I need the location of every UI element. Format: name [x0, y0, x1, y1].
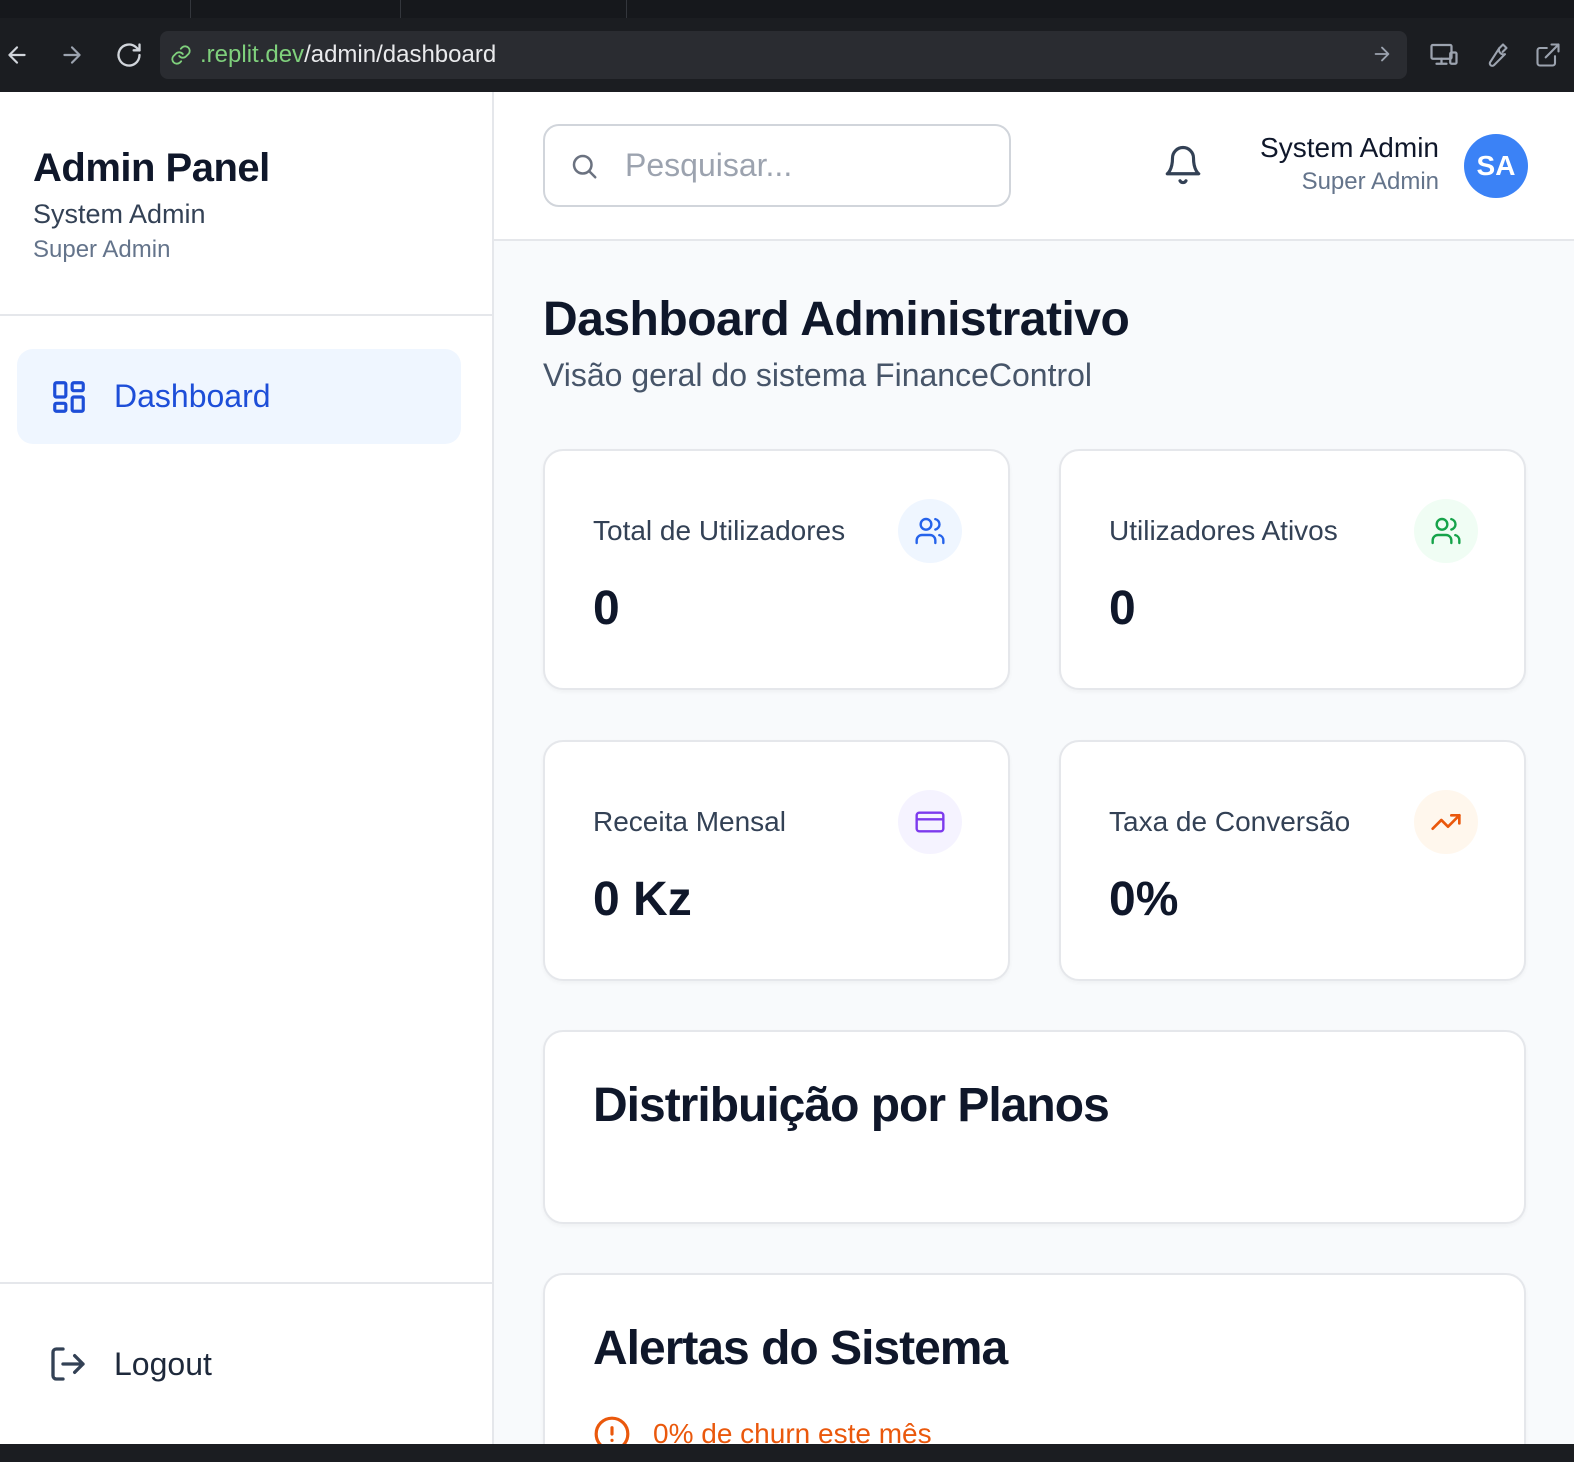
logout-icon	[48, 1344, 88, 1384]
plans-distribution-card: Distribuição por Planos	[543, 1030, 1526, 1224]
brand-title: Admin Panel	[33, 146, 270, 190]
browser-tab-strip	[0, 0, 1574, 18]
forward-icon[interactable]	[55, 38, 89, 72]
reload-icon[interactable]	[112, 38, 146, 72]
search-icon	[569, 151, 599, 181]
sidebar-item-dashboard[interactable]: Dashboard	[17, 349, 461, 444]
tab-separator	[626, 0, 627, 18]
search-box[interactable]	[543, 124, 1011, 207]
stat-label: Taxa de Conversão	[1109, 806, 1351, 837]
page-title: Dashboard Administrativo	[543, 293, 1130, 346]
stat-label: Utilizadores Ativos	[1109, 515, 1338, 546]
sidebar-item-label: Dashboard	[114, 378, 271, 414]
browser-bottom-edge	[0, 1444, 1574, 1462]
back-icon[interactable]	[0, 38, 34, 72]
header-user-role: Super Admin	[1301, 168, 1439, 195]
credit-card-icon	[898, 790, 962, 854]
app-root: Admin Panel System Admin Super Admin Das…	[0, 92, 1574, 1444]
stat-value: 0 Kz	[593, 873, 692, 926]
logout-label: Logout	[114, 1345, 212, 1382]
section-title: Alertas do Sistema	[593, 1322, 1008, 1375]
stat-label: Receita Mensal	[593, 806, 786, 837]
wrench-icon[interactable]	[1470, 38, 1522, 72]
top-header: System Admin Super Admin SA	[494, 92, 1574, 241]
go-arrow-icon[interactable]	[1371, 43, 1393, 65]
users-icon	[898, 499, 962, 563]
alert-item: 0% de churn este mês	[593, 1415, 932, 1444]
browser-toolbar: .replit.dev/admin/dashboard	[0, 18, 1574, 92]
alert-text: 0% de churn este mês	[653, 1418, 932, 1444]
page-subtitle: Visão geral do sistema FinanceControl	[543, 357, 1093, 393]
external-link-icon[interactable]	[1522, 38, 1574, 72]
trending-up-icon	[1414, 790, 1478, 854]
header-user-name: System Admin	[1260, 132, 1439, 163]
url-path: /admin/dashboard	[304, 41, 497, 68]
stat-value: 0	[593, 582, 620, 635]
stat-card-conversion-rate: Taxa de Conversão 0%	[1059, 740, 1526, 981]
stat-card-total-users: Total de Utilizadores 0	[543, 449, 1010, 690]
alert-circle-icon	[593, 1415, 631, 1444]
url-text: .replit.dev/admin/dashboard	[200, 41, 496, 69]
devices-icon[interactable]	[1418, 38, 1470, 72]
stat-card-active-users: Utilizadores Ativos 0	[1059, 449, 1526, 690]
sidebar-user-role: Super Admin	[33, 236, 171, 263]
url-host: .replit.dev	[200, 41, 305, 68]
address-bar[interactable]: .replit.dev/admin/dashboard	[160, 31, 1407, 79]
avatar[interactable]: SA	[1464, 134, 1528, 198]
tab-separator	[400, 0, 401, 18]
users-icon	[1414, 499, 1478, 563]
layout-dashboard-icon	[50, 378, 88, 416]
stat-label: Total de Utilizadores	[593, 515, 846, 546]
stat-card-monthly-revenue: Receita Mensal 0 Kz	[543, 740, 1010, 981]
sidebar-header: Admin Panel System Admin Super Admin	[0, 92, 492, 316]
sidebar-user-name: System Admin	[33, 199, 206, 229]
sidebar: Admin Panel System Admin Super Admin Das…	[0, 92, 494, 1444]
section-title: Distribuição por Planos	[593, 1079, 1110, 1132]
search-input[interactable]	[625, 147, 985, 184]
system-alerts-card: Alertas do Sistema 0% de churn este mês	[543, 1273, 1526, 1444]
tab-separator	[190, 0, 191, 18]
link-icon	[170, 44, 192, 66]
stat-value: 0	[1109, 582, 1136, 635]
bell-icon[interactable]	[1162, 144, 1206, 188]
stat-value: 0%	[1109, 873, 1179, 926]
header-user-info: System Admin Super Admin	[1260, 130, 1439, 198]
logout-button[interactable]: Logout	[0, 1282, 492, 1444]
